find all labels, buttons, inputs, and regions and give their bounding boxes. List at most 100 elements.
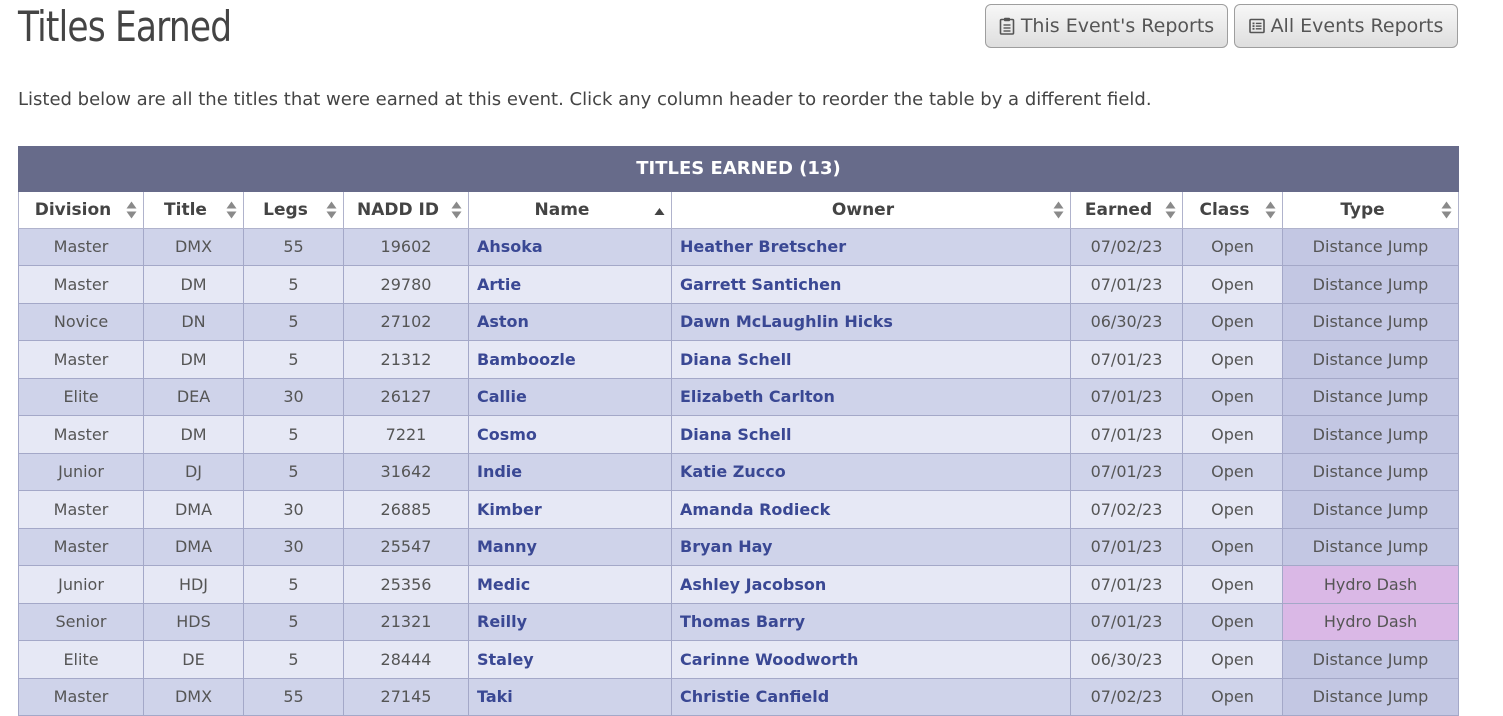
name-cell: Aston	[468, 302, 672, 341]
owner-link[interactable]: Katie Zucco	[680, 462, 786, 481]
legs-cell: 5	[243, 452, 344, 491]
class-cell: Open	[1182, 452, 1283, 491]
column-header-owner[interactable]: Owner	[671, 192, 1071, 229]
owner-link[interactable]: Ashley Jacobson	[680, 575, 826, 594]
table-caption: TITLES EARNED (13)	[18, 146, 1459, 192]
column-header-type[interactable]: Type	[1282, 192, 1459, 229]
this-events-reports-button[interactable]: This Event's Reports	[985, 4, 1228, 48]
title-cell: HDS	[143, 602, 244, 641]
column-header-label: Type	[1340, 199, 1385, 220]
sort-arrows-icon	[1165, 201, 1176, 219]
table-row: Master DM 5 7221 Cosmo Diana Schell 07/01/23 Op…	[18, 415, 1459, 454]
type-cell: Distance Jump	[1282, 527, 1459, 566]
division-cell: Master	[18, 227, 144, 266]
title-cell: DMX	[143, 227, 244, 266]
all-events-reports-button[interactable]: All Events Reports	[1234, 4, 1458, 48]
nadd-id-cell: 19602	[343, 227, 469, 266]
class-cell: Open	[1182, 265, 1283, 304]
owner-link[interactable]: Diana Schell	[680, 425, 792, 444]
name-cell: Ahsoka	[468, 227, 672, 266]
legs-cell: 5	[243, 565, 344, 604]
dog-name-link[interactable]: Aston	[477, 312, 529, 331]
dog-name-link[interactable]: Ahsoka	[477, 237, 543, 256]
title-cell: DMA	[143, 527, 244, 566]
owner-link[interactable]: Christie Canfield	[680, 687, 829, 706]
title-cell: DJ	[143, 452, 244, 491]
dog-name-link[interactable]: Kimber	[477, 500, 542, 519]
earned-cell: 06/30/23	[1070, 302, 1183, 341]
table-row: Master DMA 30 25547 Manny Bryan Hay 07/01/23 Op…	[18, 527, 1459, 566]
owner-link[interactable]: Dawn McLaughlin Hicks	[680, 312, 893, 331]
dog-name-link[interactable]: Taki	[477, 687, 513, 706]
dog-name-link[interactable]: Indie	[477, 462, 522, 481]
nadd-id-cell: 21321	[343, 602, 469, 641]
table-row: Master DMA 30 26885 Kimber Amanda Rodieck 07/0…	[18, 490, 1459, 529]
division-cell: Master	[18, 265, 144, 304]
owner-link[interactable]: Heather Bretscher	[680, 237, 846, 256]
sort-arrows-icon	[1053, 201, 1064, 219]
table-row: Master DMX 55 19602 Ahsoka Heather Bretscher 0…	[18, 227, 1459, 266]
dog-name-link[interactable]: Medic	[477, 575, 530, 594]
class-cell: Open	[1182, 602, 1283, 641]
table-row: Junior HDJ 5 25356 Medic Ashley Jacobson 07/01…	[18, 565, 1459, 604]
nadd-id-cell: 7221	[343, 415, 469, 454]
earned-cell: 07/02/23	[1070, 677, 1183, 716]
column-header-label: Owner	[831, 199, 895, 220]
legs-cell: 5	[243, 340, 344, 379]
owner-cell: Dawn McLaughlin Hicks	[671, 302, 1071, 341]
column-header-name[interactable]: Name	[468, 192, 672, 229]
column-header-earned[interactable]: Earned	[1070, 192, 1183, 229]
dog-name-link[interactable]: Staley	[477, 650, 534, 669]
name-cell: Reilly	[468, 602, 672, 641]
sort-arrows-icon	[1265, 201, 1276, 219]
column-header-legs[interactable]: Legs	[243, 192, 344, 229]
division-cell: Master	[18, 415, 144, 454]
owner-cell: Carinne Woodworth	[671, 640, 1071, 679]
class-cell: Open	[1182, 340, 1283, 379]
column-header-title[interactable]: Title	[143, 192, 244, 229]
column-header-division[interactable]: Division	[18, 192, 144, 229]
legs-cell: 5	[243, 602, 344, 641]
dog-name-link[interactable]: Callie	[477, 387, 527, 406]
table-header-row: Division Title Legs NADD ID Name Owner Earned C…	[18, 192, 1459, 229]
dog-name-link[interactable]: Reilly	[477, 612, 527, 631]
class-cell: Open	[1182, 640, 1283, 679]
owner-cell: Amanda Rodieck	[671, 490, 1071, 529]
list-icon	[1248, 18, 1265, 34]
owner-link[interactable]: Thomas Barry	[680, 612, 805, 631]
class-cell: Open	[1182, 677, 1283, 716]
dog-name-link[interactable]: Manny	[477, 537, 537, 556]
owner-link[interactable]: Diana Schell	[680, 350, 792, 369]
table-row: Elite DE 5 28444 Staley Carinne Woodworth 06/3…	[18, 640, 1459, 679]
all-events-reports-label: All Events Reports	[1270, 15, 1444, 37]
earned-cell: 07/02/23	[1070, 490, 1183, 529]
division-cell: Novice	[18, 302, 144, 341]
owner-cell: Diana Schell	[671, 340, 1071, 379]
titles-table: TITLES EARNED (13) Division Title Legs NADD…	[18, 146, 1459, 716]
owner-link[interactable]: Elizabeth Carlton	[680, 387, 835, 406]
nadd-id-cell: 25547	[343, 527, 469, 566]
dog-name-link[interactable]: Artie	[477, 275, 521, 294]
earned-cell: 07/01/23	[1070, 602, 1183, 641]
name-cell: Indie	[468, 452, 672, 491]
type-cell: Distance Jump	[1282, 490, 1459, 529]
owner-cell: Ashley Jacobson	[671, 565, 1071, 604]
column-header-class[interactable]: Class	[1182, 192, 1283, 229]
owner-link[interactable]: Amanda Rodieck	[680, 500, 830, 519]
sort-ascending-icon	[654, 207, 665, 215]
table-row: Novice DN 5 27102 Aston Dawn McLaughlin Hicks…	[18, 302, 1459, 341]
dog-name-link[interactable]: Bamboozle	[477, 350, 576, 369]
owner-cell: Heather Bretscher	[671, 227, 1071, 266]
owner-cell: Christie Canfield	[671, 677, 1071, 716]
column-header-label: Name	[534, 199, 590, 220]
dog-name-link[interactable]: Cosmo	[477, 425, 537, 444]
name-cell: Medic	[468, 565, 672, 604]
owner-link[interactable]: Bryan Hay	[680, 537, 772, 556]
column-header-nadd-id[interactable]: NADD ID	[343, 192, 469, 229]
owner-link[interactable]: Garrett Santichen	[680, 275, 841, 294]
legs-cell: 30	[243, 527, 344, 566]
owner-link[interactable]: Carinne Woodworth	[680, 650, 858, 669]
table-row: Senior HDS 5 21321 Reilly Thomas Barry 07/01/2…	[18, 602, 1459, 641]
name-cell: Manny	[468, 527, 672, 566]
nadd-id-cell: 31642	[343, 452, 469, 491]
